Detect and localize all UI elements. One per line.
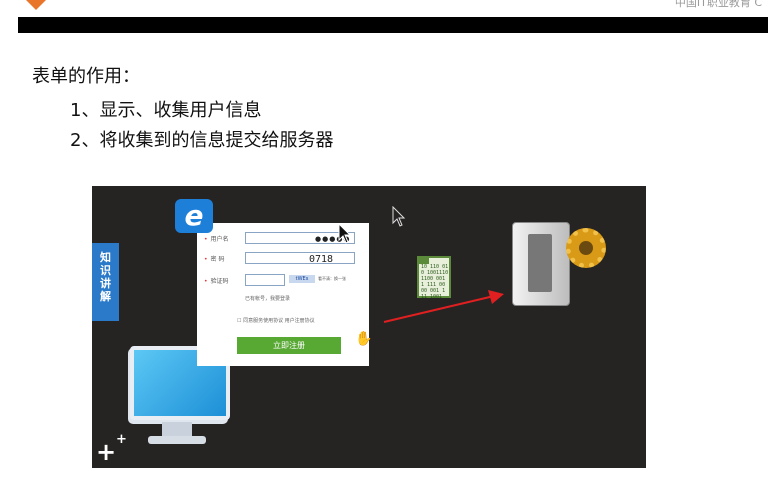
monitor-base [148,436,206,444]
tab-char: 知 [100,251,111,264]
code-value: 0718 [309,254,334,265]
captcha-image[interactable]: tWEs [289,275,315,283]
slide-point-1: 1、显示、收集用户信息 [70,100,262,121]
password-label: • 密 码 [204,256,225,263]
brand-text: 中国IT职业教育 C [674,0,762,9]
captcha-refresh-link[interactable]: 看不清：换一张 [318,276,346,282]
header-bar-gap [0,17,18,33]
code-label: • 验证码 [204,278,229,285]
server-panel [528,234,552,292]
plus-small-icon: + [116,432,127,447]
video-frame[interactable]: 知 识 讲 解 • 用户名 ●●●●● • 密 码 0718 • 验证码 tWEs 看… [92,186,646,468]
tab-char: 解 [100,290,111,303]
slide-heading: 表单的作用： [32,66,140,87]
tab-char: 识 [100,264,111,277]
register-button[interactable]: 立即注册 [237,337,341,354]
cursor-outline-icon [392,206,406,227]
code-input[interactable] [245,274,285,286]
hand-cursor-icon: ✋ [355,331,373,347]
slide-point-2: 2、将收集到的信息提交给服务器 [70,130,334,151]
header-bar [0,17,768,33]
knowledge-tab: 知 识 讲 解 [92,243,119,321]
plus-icon: + [96,438,117,466]
ie-icon: e [175,199,213,233]
agree-text: 同意服务使用协议 用户注册协议 [243,318,315,324]
cursor-icon [338,223,352,244]
logo-icon [26,0,46,10]
submit-arrow-icon [383,290,504,323]
password-input[interactable] [245,252,355,264]
top-strip [0,0,768,17]
tab-char: 讲 [100,277,111,290]
gear-core [579,241,593,255]
login-link[interactable]: 已有帐号，我要登录 [245,295,290,302]
agree-checkbox[interactable]: ☐ 同意服务使用协议 用户注册协议 [237,317,315,324]
username-label: • 用户名 [204,236,229,243]
